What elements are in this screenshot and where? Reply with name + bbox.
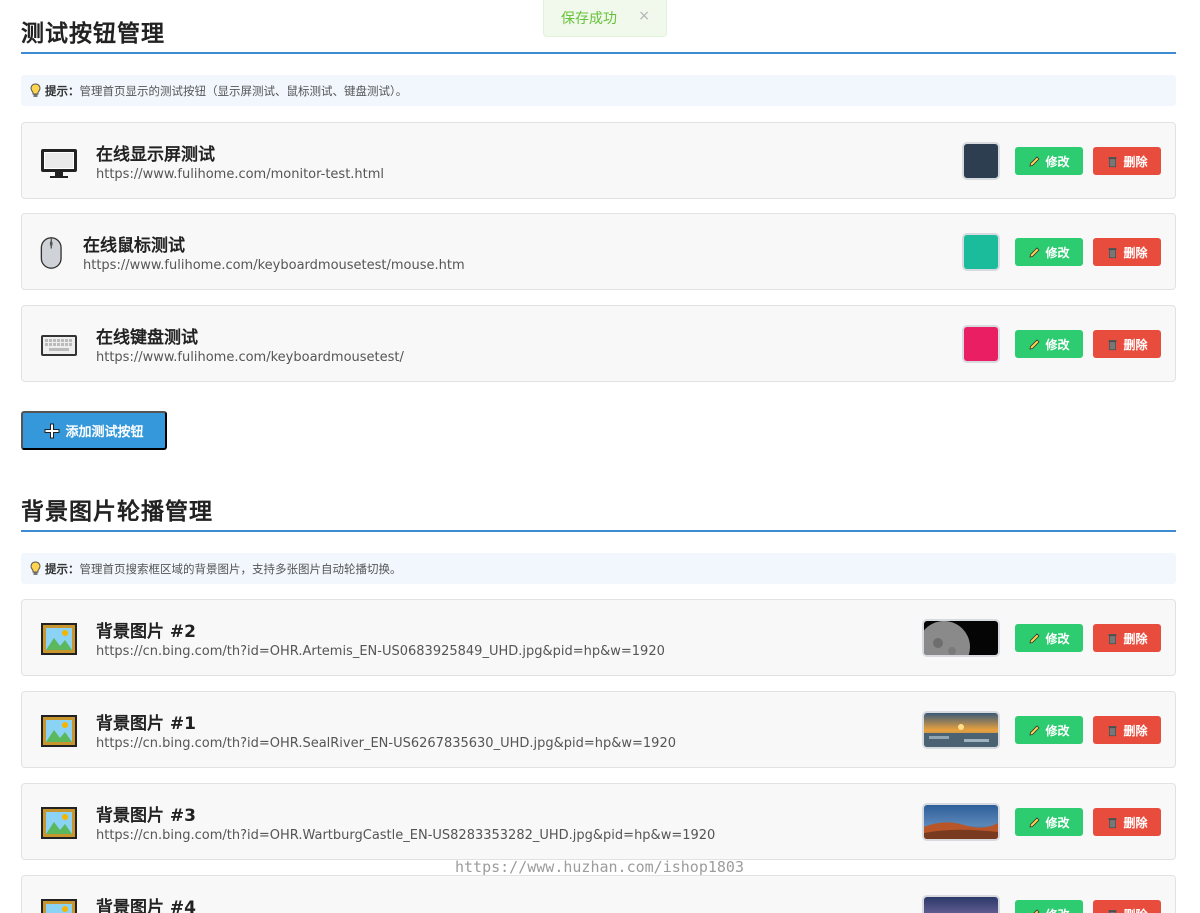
edit-button[interactable]: 修改	[1015, 716, 1083, 744]
section-divider	[21, 52, 1176, 54]
card-url: https://www.fulihome.com/keyboardmousete…	[83, 258, 465, 273]
edit-button[interactable]: 修改	[1015, 624, 1083, 652]
card-title: 在线鼠标测试	[83, 236, 185, 256]
pencil-icon	[1029, 246, 1041, 258]
color-swatch[interactable]	[962, 325, 1000, 363]
test-buttons-section-title: 测试按钮管理	[21, 21, 165, 47]
save-success-toast: 保存成功 ×	[543, 0, 667, 37]
section-divider	[21, 530, 1176, 532]
test-button-card-keyboard: 在线键盘测试 https://www.fulihome.com/keyboard…	[21, 305, 1176, 382]
lightbulb-icon	[30, 82, 41, 97]
hint-text: 管理首页显示的测试按钮（显示屏测试、鼠标测试、键盘测试）。	[79, 83, 408, 98]
picture-icon	[41, 807, 77, 839]
edit-button[interactable]: 修改	[1015, 330, 1083, 358]
card-title: 背景图片 #3	[96, 806, 196, 826]
pencil-icon	[1033, 908, 1041, 913]
hint-label: 提示：	[45, 561, 80, 576]
delete-button[interactable]: 删除	[1093, 238, 1161, 266]
pencil-icon	[1029, 155, 1041, 167]
trash-icon	[1108, 633, 1117, 644]
pencil-icon	[1029, 724, 1041, 736]
mouse-icon	[40, 237, 62, 269]
plus-icon	[44, 423, 60, 438]
add-test-button[interactable]: 添加测试按钮	[21, 411, 167, 450]
background-image-card: 背景图片 #3 https://cn.bing.com/th?id=OHR.Wa…	[21, 783, 1176, 860]
card-title: 背景图片 #4	[96, 898, 196, 913]
delete-button[interactable]: 删除	[1093, 808, 1161, 836]
card-url: https://cn.bing.com/th?id=OHR.SealRiver_…	[96, 736, 676, 751]
delete-button[interactable]: 删除	[1093, 330, 1161, 358]
pencil-icon	[1029, 632, 1041, 644]
background-image-card: 背景图片 #2 https://cn.bing.com/th?id=OHR.Ar…	[21, 599, 1176, 676]
delete-button[interactable]: 删除	[1093, 716, 1161, 744]
picture-icon	[41, 899, 77, 913]
image-thumbnail[interactable]	[922, 619, 1000, 657]
trash-icon	[1108, 725, 1117, 736]
edit-button[interactable]: 修改	[1015, 900, 1083, 913]
test-button-card-mouse: 在线鼠标测试 https://www.fulihome.com/keyboard…	[21, 213, 1176, 290]
toast-close-icon[interactable]: ×	[638, 8, 650, 24]
card-url: https://www.fulihome.com/keyboardmousete…	[96, 350, 404, 365]
edit-button[interactable]: 修改	[1015, 147, 1083, 175]
pencil-icon	[1029, 338, 1041, 350]
delete-button[interactable]: 删除	[1093, 147, 1161, 175]
card-title: 在线显示屏测试	[96, 145, 215, 165]
image-thumbnail[interactable]	[922, 711, 1000, 749]
trash-icon	[1108, 247, 1117, 258]
trash-icon	[1108, 339, 1117, 350]
picture-icon	[41, 715, 77, 747]
delete-button[interactable]: 删除	[1093, 624, 1161, 652]
lightbulb-icon	[30, 560, 41, 575]
card-url: https://cn.bing.com/th?id=OHR.Artemis_EN…	[96, 644, 665, 659]
delete-button[interactable]: 删除	[1093, 900, 1161, 913]
watermark: https://www.huzhan.com/ishop1803	[455, 858, 744, 876]
edit-button[interactable]: 修改	[1015, 808, 1083, 836]
trash-icon	[1108, 817, 1117, 828]
background-image-card: 背景图片 #1 https://cn.bing.com/th?id=OHR.Se…	[21, 691, 1176, 768]
hint-text: 管理首页搜索框区域的背景图片，支持多张图片自动轮播切换。	[79, 561, 402, 576]
card-url: https://cn.bing.com/th?id=OHR.WartburgCa…	[96, 828, 716, 843]
trash-icon	[1108, 156, 1117, 167]
card-title: 背景图片 #1	[96, 714, 196, 734]
image-thumbnail[interactable]	[922, 895, 1000, 913]
background-section-hint: 提示： 管理首页搜索框区域的背景图片，支持多张图片自动轮播切换。	[21, 553, 1176, 584]
card-url: https://www.fulihome.com/monitor-test.ht…	[96, 167, 385, 182]
test-button-card-monitor: 在线显示屏测试 https://www.fulihome.com/monitor…	[21, 122, 1176, 199]
picture-icon	[41, 623, 77, 655]
keyboard-icon	[41, 335, 77, 356]
color-swatch[interactable]	[962, 233, 1000, 271]
toast-message: 保存成功	[561, 11, 617, 27]
image-thumbnail[interactable]	[922, 803, 1000, 841]
background-image-card: 背景图片 #4 修改 删除	[21, 875, 1176, 913]
test-section-hint: 提示： 管理首页显示的测试按钮（显示屏测试、鼠标测试、键盘测试）。	[21, 75, 1176, 106]
card-title: 背景图片 #2	[96, 622, 196, 642]
monitor-icon	[41, 149, 77, 178]
edit-button[interactable]: 修改	[1015, 238, 1083, 266]
card-title: 在线键盘测试	[96, 328, 198, 348]
background-section-title: 背景图片轮播管理	[21, 499, 213, 525]
pencil-icon	[1029, 816, 1041, 828]
hint-label: 提示：	[45, 83, 80, 98]
color-swatch[interactable]	[962, 142, 1000, 180]
trash-icon	[1108, 909, 1117, 913]
